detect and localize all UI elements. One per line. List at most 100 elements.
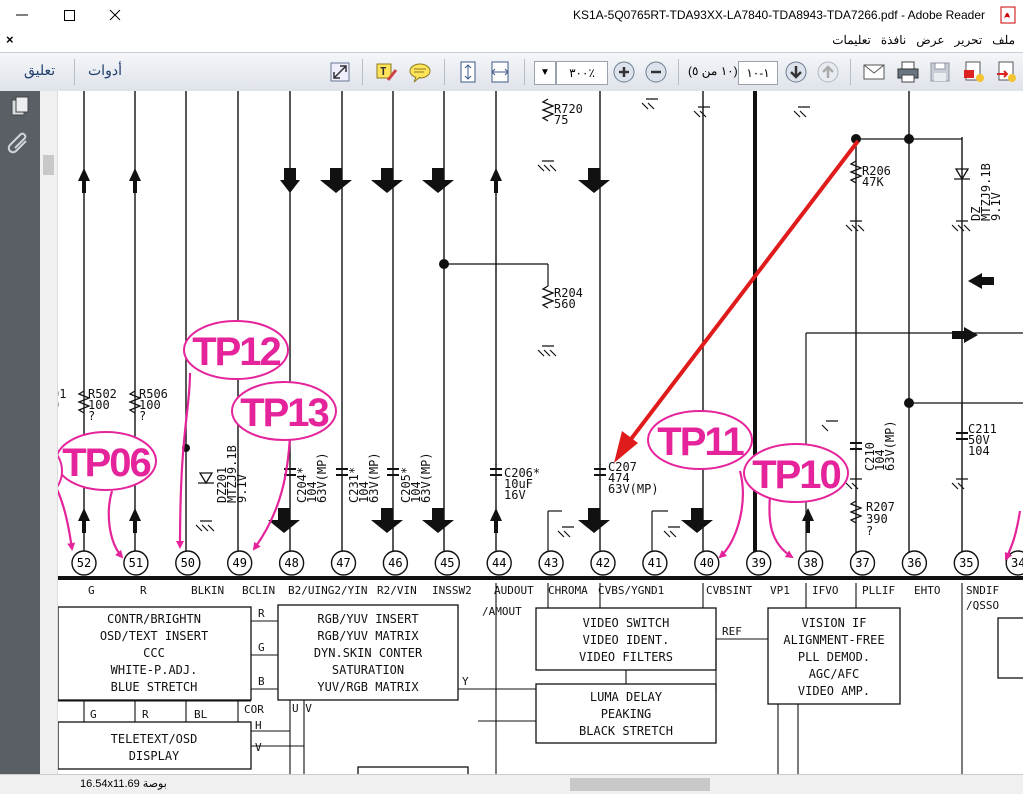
close-document-button[interactable]: ×: [6, 32, 14, 47]
horizontal-scrollbar-thumb[interactable]: [570, 778, 710, 791]
c204-rating: 63V(MP): [315, 452, 329, 503]
menu-help[interactable]: تعليمات: [832, 33, 871, 47]
zoom-dropdown-button[interactable]: ▼: [534, 61, 556, 85]
ic-pin: 36: [901, 550, 928, 576]
pin-label-cvbsint: CVBSINT: [706, 584, 753, 597]
menu-items: ملف تحرير عرض نافذة تعليمات: [832, 33, 1015, 47]
contr-line-4: WHITE-P.ADJ.: [111, 663, 198, 677]
r206-value: 47K: [862, 175, 884, 189]
ic-pin-number: 48: [284, 556, 298, 570]
zoom-input[interactable]: ٣٠٠٪: [556, 61, 608, 85]
dz201-voltage: 9.1V: [235, 474, 249, 503]
ic-pin: 38: [797, 550, 824, 576]
pdf-icon: [1000, 6, 1016, 24]
maximize-icon: [64, 10, 75, 21]
minimize-button[interactable]: [0, 0, 46, 30]
ic-pin-number: 49: [232, 556, 246, 570]
ic-pin: 51: [123, 550, 149, 576]
next-page-button[interactable]: [784, 60, 808, 84]
comment-pane-button[interactable]: تعليق: [24, 62, 55, 79]
pin-label-ifvo: IFVO: [812, 584, 839, 597]
menu-window[interactable]: نافذة: [881, 33, 906, 47]
status-bar: 16.54x11.69 بوصة: [0, 774, 1023, 794]
pin-label-b2: B2/UING2/YIN: [288, 584, 367, 597]
c210-rating: 63V(MP): [883, 420, 897, 471]
pin-label-amout: /AMOUT: [482, 605, 522, 618]
tp11-label: TP11: [657, 420, 744, 464]
page-thumbnails-icon[interactable]: [11, 96, 29, 116]
export-pdf-button[interactable]: [994, 60, 1018, 84]
branch-traces: [444, 138, 1023, 563]
menu-edit[interactable]: تحرير: [955, 33, 983, 47]
sticky-note-button[interactable]: [408, 60, 432, 84]
vision-line-4: AGC/AFC: [809, 667, 860, 681]
pin-label-audout: AUDOUT: [494, 584, 534, 597]
highlight-text-button[interactable]: T: [374, 60, 398, 84]
ic-pins: 52 51 50 49 48 47 46 45 44 43 42 41 40 39 38 37 36 35 34: [71, 550, 1023, 576]
luma-line-1: LUMA DELAY: [590, 690, 663, 704]
ic-pin-number: 50: [181, 556, 195, 570]
attachments-icon[interactable]: [7, 132, 27, 154]
ic-pin: 45: [434, 550, 460, 576]
luma-line-3: BLACK STRETCH: [579, 724, 673, 738]
ic-pin: 46: [382, 550, 409, 576]
io-b: B: [258, 675, 265, 688]
floppy-disk-icon: [930, 62, 950, 82]
fit-page-button[interactable]: [456, 60, 480, 84]
c207-rating: 63V(MP): [608, 482, 659, 496]
vertical-scrollbar[interactable]: [40, 91, 58, 774]
menu-view[interactable]: عرض: [916, 33, 944, 47]
tp06-label: TP06: [62, 441, 150, 485]
io-ref: REF: [722, 625, 742, 638]
title-bar: KS1A-5Q0765RT-TDA93XX-LA7840-TDA8943-TDA…: [0, 0, 1023, 31]
tp12-label: TP12: [192, 330, 280, 374]
scrollbar-thumb[interactable]: [43, 155, 54, 175]
envelope-icon: [863, 64, 885, 80]
save-button[interactable]: [928, 60, 952, 84]
ic-pin: 49: [226, 550, 253, 576]
page-number-input[interactable]: ١-١٠: [738, 61, 778, 85]
pin-label-blkin: BLKIN: [191, 584, 224, 597]
toolbar-separator: [850, 59, 851, 85]
arrow-down-icon: [785, 61, 807, 83]
zoom-in-button[interactable]: [612, 60, 636, 84]
close-button[interactable]: [92, 0, 138, 30]
svg-text:T: T: [380, 65, 387, 78]
ic-pin-number: 46: [388, 556, 402, 570]
document-view[interactable]: R720 75 R204 560 R206 47K DZ MTZJ9.1B 9.…: [58, 91, 1023, 774]
email-button[interactable]: [862, 60, 886, 84]
print-button[interactable]: [896, 60, 920, 84]
io-bottom-cor: COR: [244, 703, 264, 716]
io-y: Y: [462, 675, 469, 688]
menu-file[interactable]: ملف: [992, 33, 1015, 47]
c205-rating: 63V(MP): [419, 452, 433, 503]
menu-bar: × ملف تحرير عرض نافذة تعليمات: [0, 30, 1023, 52]
pin-label-r2: R2/VIN: [377, 584, 417, 597]
rgb-line-3: DYN.SKIN CONTER: [314, 646, 423, 660]
maximize-button[interactable]: [46, 0, 92, 30]
ic-pin: 52: [71, 550, 97, 576]
ic-pin: 39: [746, 550, 772, 576]
pin-label-bclin: BCLIN: [242, 584, 275, 597]
ic-pin-number: 40: [700, 556, 714, 570]
rgb-line-5: YUV/RGB MATRIX: [317, 680, 419, 694]
fit-width-icon: [491, 61, 509, 83]
window-title: KS1A-5Q0765RT-TDA93XX-LA7840-TDA8943-TDA…: [572, 8, 985, 22]
pin-label-cvbs: CVBS/YGND1: [598, 584, 664, 597]
tools-pane-button[interactable]: أدوات: [88, 62, 122, 79]
ic-pin: 35: [953, 550, 979, 576]
ic-pin-number: 39: [751, 556, 765, 570]
fit-width-button[interactable]: [488, 60, 512, 84]
ic-pin: 50: [175, 550, 201, 576]
previous-page-button[interactable]: [816, 60, 840, 84]
pin-label-sndif: SNDIF: [966, 584, 999, 597]
schematic-diagram: R720 75 R204 560 R206 47K DZ MTZJ9.1B 9.…: [58, 91, 1023, 774]
r501-ref: 01: [58, 387, 66, 401]
fullscreen-button[interactable]: [328, 60, 352, 84]
pdf-create-icon: [964, 61, 984, 82]
r506-note: ?: [139, 409, 146, 423]
zoom-out-button[interactable]: [644, 60, 668, 84]
create-pdf-button[interactable]: [962, 60, 986, 84]
printer-icon: [897, 61, 919, 83]
ic-pin: 43: [538, 550, 564, 576]
